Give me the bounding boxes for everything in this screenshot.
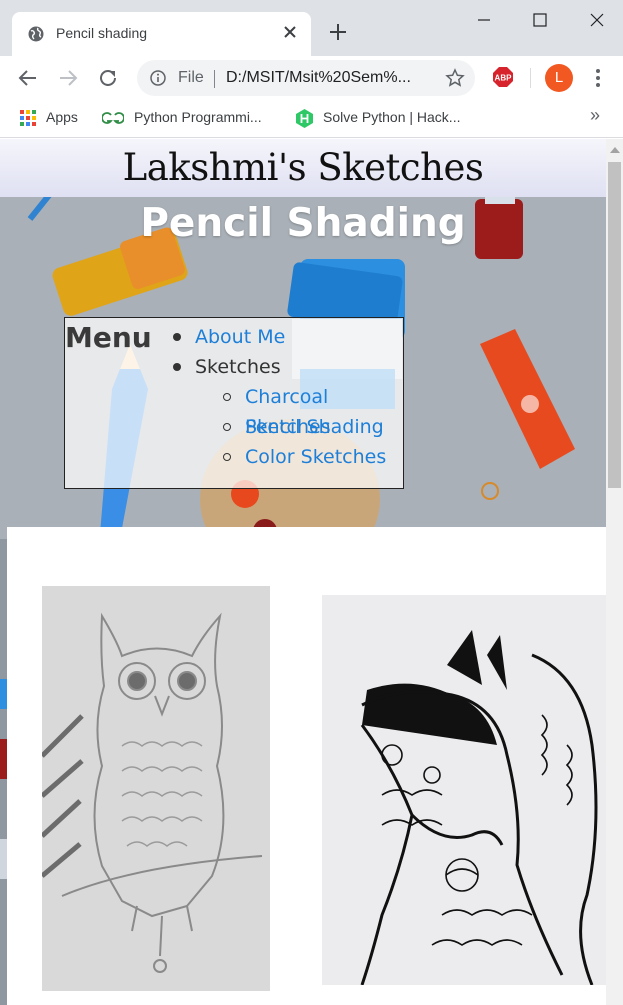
maximize-icon[interactable] — [530, 10, 550, 30]
back-arrow-icon[interactable] — [16, 66, 40, 90]
window-close-icon[interactable] — [587, 10, 607, 30]
bookmark-label: Solve Python | Hack... — [323, 109, 461, 126]
new-tab-icon[interactable] — [328, 22, 348, 42]
forward-arrow-icon[interactable] — [56, 66, 80, 90]
site-header: Lakshmi's Sketches — [0, 139, 606, 197]
menu-item-about-me[interactable]: About Me — [173, 322, 403, 352]
bookmarks-overflow-button[interactable]: » — [590, 105, 600, 126]
page-heading: Pencil Shading — [140, 201, 466, 246]
reload-icon[interactable] — [96, 66, 120, 90]
bullet-disc — [173, 333, 181, 341]
bullet-circle — [223, 453, 231, 461]
info-icon[interactable] — [150, 70, 166, 86]
browser-tab[interactable]: Pencil shading — [12, 12, 311, 56]
address-bar[interactable]: File D:/MSIT/Msit%20Sem%... — [137, 60, 475, 96]
menu-label-sketches: Sketches — [195, 356, 281, 378]
bookmark-solve-python[interactable]: Solve Python | Hack... — [296, 109, 460, 128]
hackerrank-icon — [296, 109, 313, 128]
menu-link-about-me[interactable]: About Me — [195, 326, 285, 348]
geeksforgeeks-icon — [102, 112, 124, 125]
owl-drawing — [42, 586, 270, 991]
scroll-up-arrow-icon[interactable] — [610, 147, 620, 153]
sketch-gallery — [7, 527, 606, 1005]
bookmark-apps[interactable]: Apps — [20, 109, 78, 127]
owl-pencil-sketch-image — [42, 586, 270, 991]
tab-close-icon[interactable] — [281, 23, 299, 41]
tab-title: Pencil shading — [56, 25, 148, 41]
page-viewport: Lakshmi's Sketches Pencil Shading Menu A… — [0, 139, 606, 1005]
minimize-icon[interactable] — [474, 10, 494, 30]
menu-item-sketches: Sketches — [173, 352, 403, 382]
wolf-drawing — [322, 595, 606, 985]
profile-avatar[interactable]: L — [545, 64, 573, 92]
scrollbar-thumb[interactable] — [608, 162, 621, 488]
menu-list: About Me Sketches Charcoal Sketches Penc… — [173, 322, 403, 472]
menu-item-charcoal-sketches[interactable]: Charcoal Sketches — [223, 382, 403, 438]
url-text[interactable]: D:/MSIT/Msit%20Sem%... — [226, 69, 438, 87]
adblock-plus-icon[interactable]: ABP — [492, 66, 514, 88]
toolbar-divider — [530, 68, 531, 88]
menu-nav: Menu About Me Sketches Charcoal Sketches… — [64, 317, 404, 489]
bookmark-star-icon[interactable] — [445, 68, 465, 88]
url-scheme: File — [178, 69, 204, 86]
url-separator — [214, 70, 215, 88]
menu-label: Menu — [65, 321, 152, 354]
bookmark-label: Python Programmi... — [134, 109, 262, 125]
bullet-circle — [223, 393, 231, 401]
bookmark-python-programming[interactable]: Python Programmi... — [102, 109, 262, 125]
globe-icon — [28, 26, 44, 42]
menu-kebab-icon[interactable] — [594, 68, 602, 88]
menu-item-color-sketches[interactable]: Color Sketches — [223, 442, 403, 472]
bookmarks-bar: Apps Python Programmi... Solve Python | … — [0, 100, 623, 138]
bookmark-label: Apps — [46, 109, 78, 125]
menu-link-pencil-shading[interactable]: Pencil Shading — [245, 416, 384, 438]
apps-grid-icon — [20, 110, 36, 127]
site-title: Lakshmi's Sketches — [122, 146, 484, 189]
browser-titlebar: Pencil shading — [0, 0, 623, 56]
bullet-circle — [223, 423, 231, 431]
bullet-disc — [173, 363, 181, 371]
wolf-zentangle-sketch-image — [322, 595, 606, 985]
svg-text:ABP: ABP — [495, 74, 513, 83]
menu-item-pencil-shading[interactable]: Pencil Shading — [223, 412, 403, 442]
menu-link-color-sketches[interactable]: Color Sketches — [245, 446, 386, 468]
